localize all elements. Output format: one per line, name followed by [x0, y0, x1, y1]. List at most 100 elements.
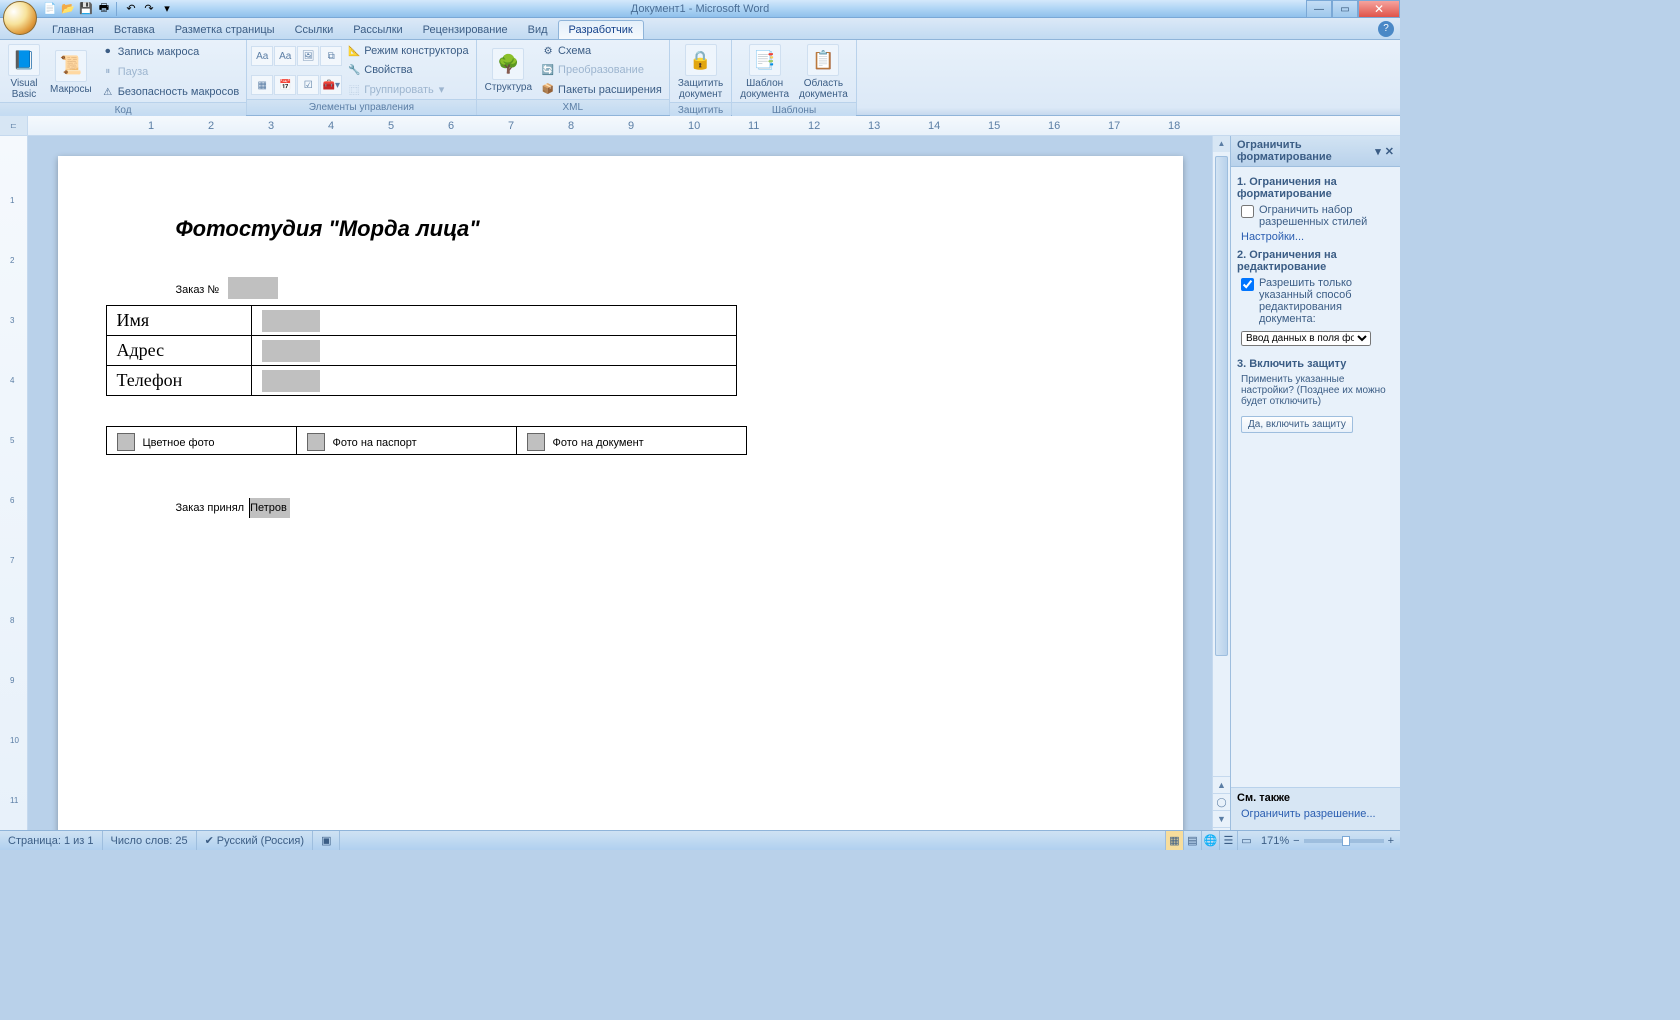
qat-dropdown-icon[interactable]: ▾: [159, 1, 175, 17]
document-page[interactable]: Фотостудия "Морда лица" Заказ № Имя Адре…: [58, 156, 1183, 830]
scroll-thumb[interactable]: [1215, 156, 1228, 656]
tab-view[interactable]: Вид: [518, 21, 558, 39]
control-legacy-button[interactable]: 🧰▾: [320, 75, 342, 95]
ruler-corner[interactable]: ⊏: [0, 116, 28, 135]
pause-icon: ⏸: [101, 65, 115, 79]
structure-icon: 🌳: [492, 48, 524, 80]
tab-references[interactable]: Ссылки: [285, 21, 344, 39]
tp-heading-1: 1. Ограничения на форматирование: [1237, 176, 1394, 200]
tab-mailings[interactable]: Рассылки: [343, 21, 412, 39]
design-mode-button[interactable]: 📐Режим конструктора: [344, 43, 471, 59]
minimize-button[interactable]: —: [1306, 0, 1332, 18]
scroll-up-icon[interactable]: ▲: [1213, 136, 1230, 152]
zoom-level[interactable]: 171%: [1261, 835, 1289, 847]
control-combo-button[interactable]: ⧉: [320, 46, 342, 66]
checkbox-icon: [527, 433, 545, 451]
structure-button[interactable]: 🌳 Структура: [481, 42, 536, 99]
schema-button[interactable]: ⚙Схема: [538, 43, 665, 59]
prev-page-button[interactable]: ▲: [1213, 777, 1230, 794]
record-macro-button[interactable]: ⏺Запись макроса: [98, 44, 243, 60]
macros-button[interactable]: 📜 Макросы: [46, 42, 96, 102]
status-macro[interactable]: ▣: [313, 831, 340, 850]
opt-document-photo[interactable]: Фото на документ: [516, 426, 746, 454]
tp-editing-mode-select[interactable]: Ввод данных в поля форм: [1241, 331, 1371, 346]
packs-icon: 📦: [541, 83, 555, 97]
status-page[interactable]: Страница: 1 из 1: [0, 831, 103, 850]
macros-icon: 📜: [55, 50, 87, 82]
status-words[interactable]: Число слов: 25: [103, 831, 197, 850]
group-controls-label: Элементы управления: [247, 99, 475, 115]
qat-open-icon[interactable]: 📂: [60, 1, 76, 17]
tp-enable-protection-button[interactable]: Да, включить защиту: [1241, 416, 1353, 433]
tab-insert[interactable]: Вставка: [104, 21, 165, 39]
design-icon: 📐: [347, 44, 361, 58]
row-name-label: Имя: [106, 306, 251, 336]
properties-button[interactable]: 🔧Свойства: [344, 62, 471, 78]
zoom-out-button[interactable]: −: [1293, 835, 1299, 847]
status-spellcheck[interactable]: ✔Русский (Россия): [197, 831, 314, 850]
view-fullscreen[interactable]: ▤: [1183, 831, 1201, 850]
maximize-button[interactable]: ▭: [1332, 0, 1358, 18]
qat-new-icon[interactable]: 📄: [42, 1, 58, 17]
browse-object-button[interactable]: ◯: [1213, 794, 1230, 811]
tp-chk-styles[interactable]: [1241, 205, 1254, 218]
control-richtext-button[interactable]: Aa: [251, 46, 273, 66]
pause-macro-button[interactable]: ⏸Пауза: [98, 64, 243, 80]
control-dropdown-button[interactable]: ▦: [251, 75, 273, 95]
protect-document-button[interactable]: 🔒 Защитить документ: [674, 42, 727, 102]
group-button[interactable]: ⿴Группировать▾: [344, 82, 471, 98]
opt-passport-photo[interactable]: Фото на паспорт: [296, 426, 516, 454]
view-print-layout[interactable]: ▦: [1165, 831, 1183, 850]
help-button[interactable]: ?: [1378, 21, 1394, 37]
control-image-button[interactable]: 🖼: [297, 46, 319, 66]
phone-field-cell[interactable]: [251, 366, 736, 396]
tab-home[interactable]: Главная: [42, 21, 104, 39]
transform-button[interactable]: 🔄Преобразование: [538, 62, 665, 78]
zoom-slider[interactable]: [1304, 839, 1384, 843]
accepted-by-field[interactable]: Петров: [249, 498, 290, 518]
tp-restrict-permission-link[interactable]: Ограничить разрешение...: [1241, 808, 1394, 820]
tab-developer[interactable]: Разработчик: [558, 20, 644, 39]
ruler-vertical[interactable]: 123 456 789 1011: [0, 136, 28, 830]
office-button[interactable]: [3, 1, 37, 35]
macro-security-button[interactable]: ⚠Безопасность макросов: [98, 84, 243, 100]
tp-heading-2: 2. Ограничения на редактирование: [1237, 249, 1394, 273]
expansion-packs-button[interactable]: 📦Пакеты расширения: [538, 82, 665, 98]
taskpane-close-icon[interactable]: ✕: [1385, 145, 1394, 158]
taskpane-dropdown-icon[interactable]: ▾: [1375, 145, 1381, 158]
doc-order-row: Заказ №: [176, 277, 1135, 299]
control-text-button[interactable]: Aa: [274, 46, 296, 66]
ruler-horizontal[interactable]: 123 456 789 101112 131415 161718: [28, 116, 1400, 135]
order-number-field[interactable]: [228, 277, 278, 299]
control-date-button[interactable]: 📅: [274, 75, 296, 95]
qat-print-icon[interactable]: 🖶: [96, 1, 112, 17]
document-area-button[interactable]: 📋 Область документа: [795, 42, 852, 102]
qat-save-icon[interactable]: 💾: [78, 1, 94, 17]
template-icon: 📑: [749, 44, 781, 76]
spellcheck-icon: ✔: [205, 834, 214, 847]
zoom-in-button[interactable]: +: [1388, 835, 1394, 847]
visual-basic-button[interactable]: 📘 Visual Basic: [4, 42, 44, 102]
view-draft[interactable]: ▭: [1237, 831, 1255, 850]
view-web[interactable]: 🌐: [1201, 831, 1219, 850]
transform-icon: 🔄: [541, 63, 555, 77]
warning-icon: ⚠: [101, 85, 115, 99]
tp-chk-editing[interactable]: [1241, 278, 1254, 291]
tab-page-layout[interactable]: Разметка страницы: [165, 21, 285, 39]
view-outline[interactable]: ☰: [1219, 831, 1237, 850]
tab-review[interactable]: Рецензирование: [413, 21, 518, 39]
qat-redo-icon[interactable]: ↷: [141, 1, 157, 17]
address-field-cell[interactable]: [251, 336, 736, 366]
next-page-button[interactable]: ▼: [1213, 811, 1230, 828]
scrollbar-vertical[interactable]: ▲ ▲ ◯ ▼: [1212, 136, 1230, 830]
opt-color-photo[interactable]: Цветное фото: [106, 426, 296, 454]
document-template-button[interactable]: 📑 Шаблон документа: [736, 42, 793, 102]
qat-undo-icon[interactable]: ↶: [123, 1, 139, 17]
name-field-cell[interactable]: [251, 306, 736, 336]
lock-icon: 🔒: [685, 44, 717, 76]
close-button[interactable]: ✕: [1358, 0, 1400, 18]
control-checkbox-button[interactable]: ☑: [297, 75, 319, 95]
tp-heading-3: 3. Включить защиту: [1237, 358, 1394, 370]
doc-title: Фотостудия "Морда лица": [176, 216, 1135, 242]
tp-settings-link[interactable]: Настройки...: [1241, 231, 1394, 243]
